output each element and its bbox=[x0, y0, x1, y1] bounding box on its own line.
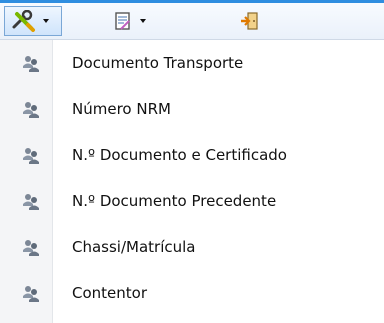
toolbar bbox=[0, 0, 384, 40]
search-users-icon bbox=[23, 102, 39, 118]
chevron-down-icon bbox=[43, 19, 49, 23]
menu-item-documento-certificado[interactable]: N.º Documento e Certificado bbox=[0, 132, 384, 178]
menu-item-label: Documento Transporte bbox=[72, 54, 244, 72]
search-users-icon bbox=[23, 194, 39, 210]
documents-dropdown-button[interactable] bbox=[108, 6, 166, 36]
tools-icon bbox=[12, 10, 35, 32]
menu-item-numero-nrm[interactable]: Número NRM bbox=[0, 86, 384, 132]
exit-button[interactable] bbox=[239, 6, 269, 36]
chevron-down-icon bbox=[140, 19, 146, 23]
menu-item-label: Chassi/Matrícula bbox=[72, 238, 196, 256]
search-users-icon bbox=[23, 148, 39, 164]
search-users-icon bbox=[23, 56, 39, 72]
tools-dropdown-button[interactable] bbox=[4, 6, 62, 36]
menu-item-chassi-matricula[interactable]: Chassi/Matrícula bbox=[0, 224, 384, 270]
menu-item-label: Número NRM bbox=[72, 100, 171, 118]
menu-item-label: N.º Documento Precedente bbox=[72, 192, 277, 210]
menu-item-documento-precedente[interactable]: N.º Documento Precedente bbox=[0, 178, 384, 224]
search-users-icon bbox=[23, 240, 39, 256]
search-users-icon bbox=[23, 286, 39, 302]
menu-item-contentor[interactable]: Contentor bbox=[0, 270, 384, 316]
menu-item-documento-transporte[interactable]: Documento Transporte bbox=[0, 40, 384, 86]
menu-item-label: Contentor bbox=[72, 284, 147, 302]
menu-item-label: N.º Documento e Certificado bbox=[72, 146, 287, 164]
search-dropdown-menu: Documento Transporte Número NRM N.º Docu… bbox=[0, 40, 384, 323]
exit-door-icon bbox=[241, 12, 258, 30]
document-icon bbox=[115, 12, 130, 30]
